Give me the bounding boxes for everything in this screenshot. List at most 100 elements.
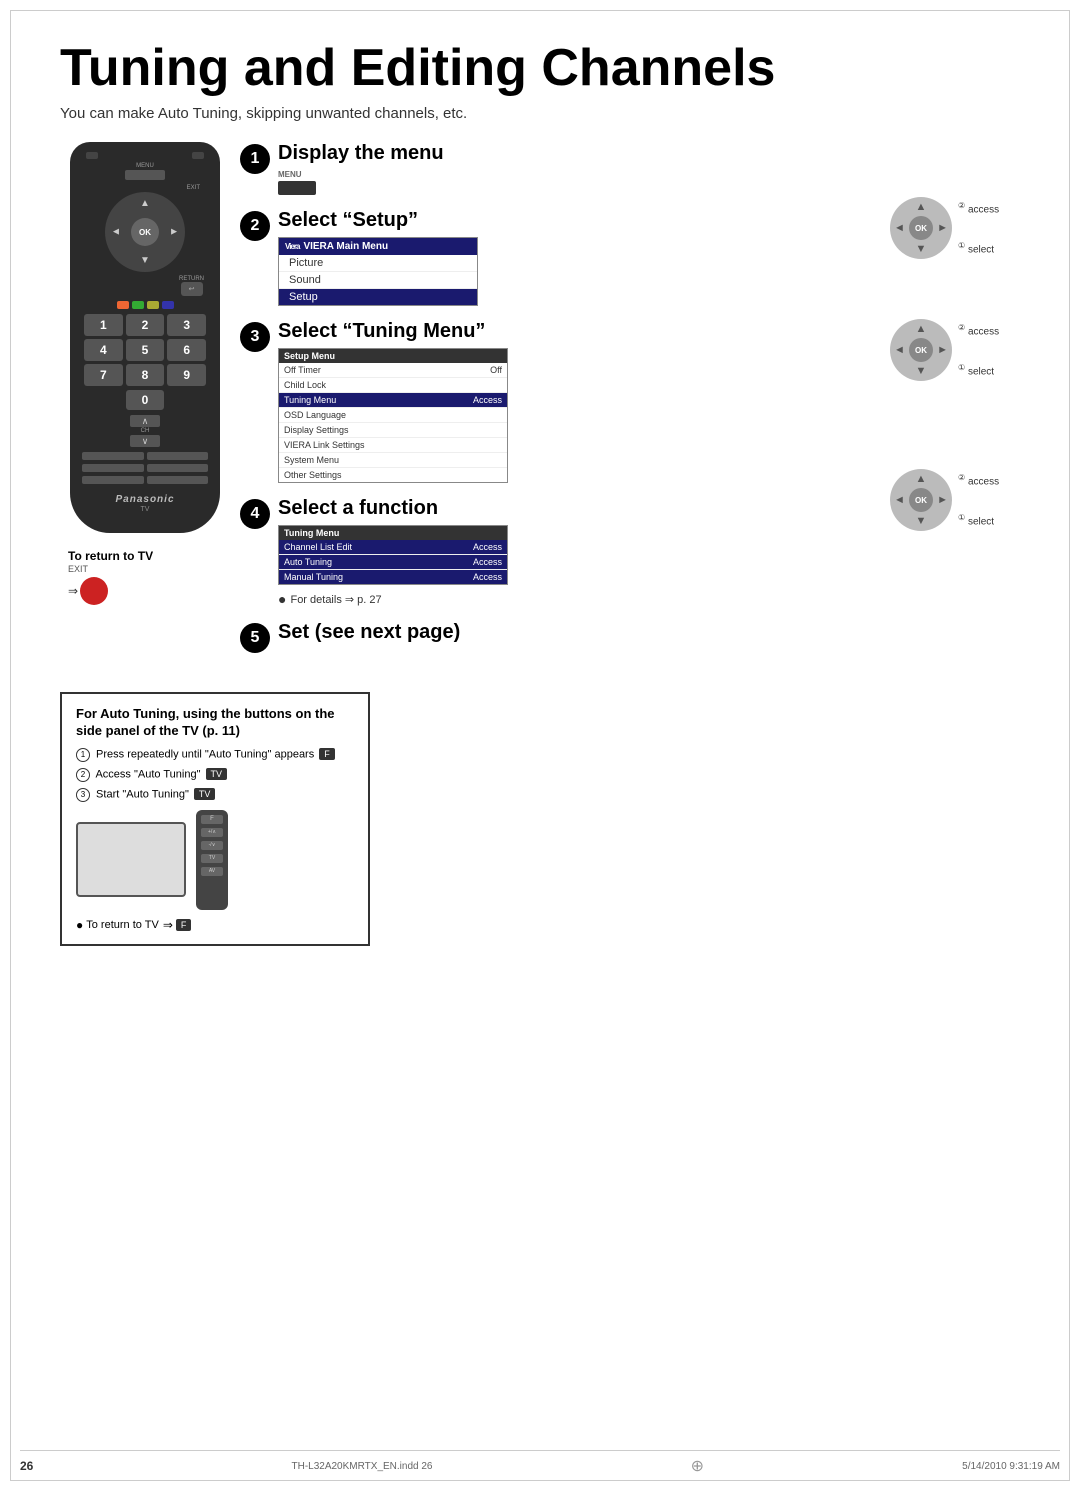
remote-control: MENU EXIT ▲ ▼ ◄ ► OK RETURN [60,142,230,667]
viera-sound: Sound [279,272,477,289]
nav-circle[interactable]: ▲ ▼ ◄ ► OK [105,192,185,272]
menu-label: MENU [78,163,212,169]
ok-diagram-3: ▲ ▼ ◄ ► OK ② access ① select [890,319,1020,381]
nav-down-arrow[interactable]: ▼ [140,255,150,266]
page-content: Tuning and Editing Channels You can make… [20,20,1060,1471]
num-4[interactable]: 4 [84,339,123,361]
exit-label-below: EXIT [68,564,230,574]
auto-tuning-title: For Auto Tuning, using the buttons on th… [76,706,354,740]
num-7[interactable]: 7 [84,364,123,386]
side-btn-tv2-label: -/∨ [209,842,216,848]
compass-icon: ⊕ [691,1456,704,1476]
menu-key-button[interactable] [278,181,316,195]
circled-2: 2 [76,768,90,782]
setup-row-osd: OSD Language [279,408,507,423]
ok-circle-3[interactable]: ▲ ▼ ◄ ► OK [890,319,952,381]
side-btn-tv3-label: TV [209,855,215,861]
bullet-return: ● [76,918,83,932]
arrow-return-auto: ⇒ [163,918,173,932]
ch-up-btn[interactable]: ∧ [130,415,160,427]
for-details-text: For details ⇒ p. 27 [290,593,381,606]
side-btn-tv2[interactable]: -/∨ [201,841,223,850]
steps-column: 1 Display the menu MENU 2 Select “Setup”… [240,142,880,667]
return-button[interactable]: ↩ [181,282,203,296]
step-2-title: Select “Setup” [278,209,880,232]
side-panel: F +/∧ -/∨ TV AV [196,810,228,910]
key-TV-2[interactable]: TV [206,768,228,780]
ok-button[interactable]: OK [131,218,159,246]
auto-step-3: 3 Start "Auto Tuning" TV [76,788,354,802]
step-1-number: 1 [240,144,270,174]
color-btn-yellow[interactable] [147,301,159,309]
nav-up-arrow[interactable]: ▲ [140,198,150,209]
color-btn-red[interactable] [117,301,129,309]
ch-label: CH [141,428,150,434]
menu-button[interactable] [125,170,165,180]
set-rest: (see next page) [315,621,461,643]
setup-row-off-timer: Off TimerOff [279,363,507,378]
remote-top-btn-right[interactable] [192,152,204,159]
misc-btn-1[interactable] [82,452,144,460]
auto-images-row: F +/∧ -/∨ TV AV [76,810,354,910]
remote-top-btn-left[interactable] [86,152,98,159]
ok-left-arrow-4: ◄ [894,494,905,506]
ok-right-arrow-2: ► [937,222,948,234]
misc-btn-2[interactable] [147,452,209,460]
color-btn-green[interactable] [132,301,144,309]
auto-return-row: ● To return to TV ⇒ F [76,918,354,932]
ok-center-2[interactable]: OK [909,216,933,240]
side-btn-tv1-label: +/∧ [208,829,216,835]
num-8[interactable]: 8 [126,364,165,386]
nav-left-arrow[interactable]: ◄ [111,227,121,238]
auto-tuning-box: For Auto Tuning, using the buttons on th… [60,692,370,946]
num-5[interactable]: 5 [126,339,165,361]
key-TV-3[interactable]: TV [194,788,216,800]
ok-select-label-2: ① select [958,241,994,255]
misc-btn-5[interactable] [82,476,144,484]
ok-diagrams-column: ▲ ▼ ◄ ► OK ② access ① select ▲ ▼ ◄ [890,142,1020,667]
ok-circle-2[interactable]: ▲ ▼ ◄ ► OK [890,197,952,259]
return-to-tv-label: To return to TV [68,549,230,563]
num-6[interactable]: 6 [167,339,206,361]
tv-screen-visual [76,822,186,897]
circled-1: 1 [76,748,90,762]
bottom-section: For Auto Tuning, using the buttons on th… [60,692,1020,946]
ok-circle-4[interactable]: ▲ ▼ ◄ ► OK [890,469,952,531]
misc-btn-6[interactable] [147,476,209,484]
return-key-F[interactable]: F [176,919,192,931]
viera-picture: Picture [279,255,477,272]
num-9[interactable]: 9 [167,364,206,386]
ok-access-label-3: ② access [958,323,999,337]
num-0[interactable]: 0 [126,390,164,410]
ok-up-arrow-3: ▲ [916,323,927,335]
misc-btn-4[interactable] [147,464,209,472]
panasonic-brand: Panasonic [78,494,212,505]
ok-diagram-4: ▲ ▼ ◄ ► OK ② access ① select [890,469,1020,531]
ch-down-btn[interactable]: ∨ [130,435,160,447]
color-btn-blue[interactable] [162,301,174,309]
ok-center-3[interactable]: OK [909,338,933,362]
num-3[interactable]: 3 [167,314,206,336]
ok-access-label-2: ② access [958,201,999,215]
ok-right-arrow-4: ► [937,494,948,506]
side-btn-F[interactable]: F [201,815,223,824]
side-btn-tv3[interactable]: TV [201,854,223,863]
page-subtitle: You can make Auto Tuning, skipping unwan… [60,105,1020,122]
ok-down-arrow-2: ▼ [916,243,927,255]
step-3-content: Select “Tuning Menu” Setup Menu Off Time… [278,320,880,483]
num-1[interactable]: 1 [84,314,123,336]
key-F-1[interactable]: F [319,748,335,760]
num-2[interactable]: 2 [126,314,165,336]
exit-button[interactable] [80,577,108,605]
footer-file: TH-L32A20KMRTX_EN.indd 26 [291,1461,432,1472]
side-btn-tv1[interactable]: +/∧ [201,828,223,837]
side-btn-av[interactable]: AV [201,867,223,876]
setup-row-viera-link: VIERA Link Settings [279,438,507,453]
step-4-number: 4 [240,499,270,529]
ok-down-arrow-4: ▼ [916,515,927,527]
page-footer: 26 TH-L32A20KMRTX_EN.indd 26 ⊕ 5/14/2010… [20,1450,1060,1476]
nav-right-arrow[interactable]: ► [169,227,179,238]
ok-diagram-2: ▲ ▼ ◄ ► OK ② access ① select [890,197,1020,259]
ok-center-4[interactable]: OK [909,488,933,512]
misc-btn-3[interactable] [82,464,144,472]
